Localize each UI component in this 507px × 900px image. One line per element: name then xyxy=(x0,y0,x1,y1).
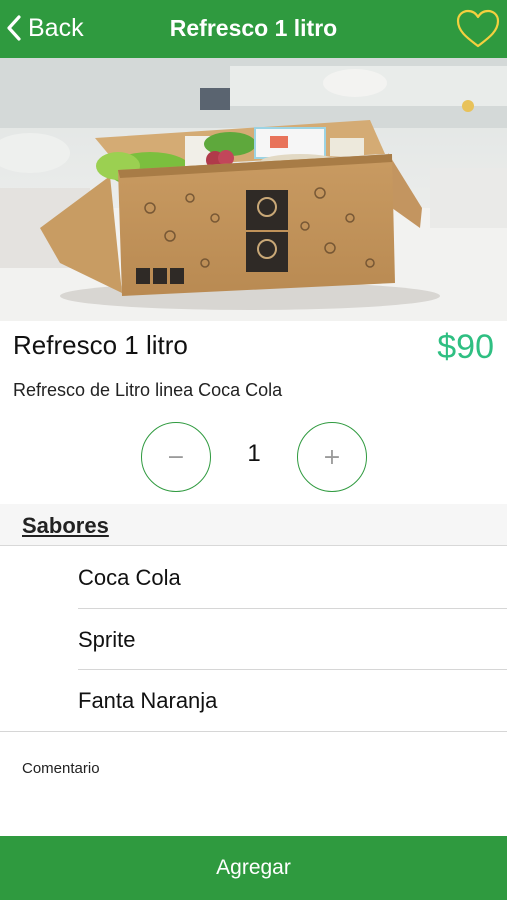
decrease-quantity-button[interactable]: − xyxy=(141,422,211,492)
comment-label: Comentario xyxy=(22,760,100,777)
flavor-option-label: Sprite xyxy=(78,626,136,652)
product-description: Refresco de Litro linea Coca Cola xyxy=(13,380,283,400)
flavor-list: Coca Cola Sprite Fanta Naranja xyxy=(0,547,507,732)
divider xyxy=(0,730,507,732)
flavor-option-label: Coca Cola xyxy=(78,565,181,590)
flavor-option[interactable]: Sprite xyxy=(0,609,507,670)
flavor-option-label: Fanta Naranja xyxy=(78,688,218,713)
quantity-stepper: − 1 + xyxy=(0,422,507,492)
comment-input[interactable] xyxy=(14,782,494,830)
product-name: Refresco 1 litro xyxy=(13,330,188,360)
section-title: Sabores xyxy=(22,513,109,538)
product-detail-screen: Back Refresco 1 litro Refresco 1 litro $… xyxy=(0,0,507,900)
minus-icon: − xyxy=(166,444,186,470)
navigation-bar: Back Refresco 1 litro xyxy=(0,0,507,58)
chevron-left-icon xyxy=(7,15,21,41)
increase-quantity-button[interactable]: + xyxy=(297,422,367,492)
product-image xyxy=(0,58,507,321)
flavor-option[interactable]: Coca Cola xyxy=(0,547,507,609)
flavors-section-header: Sabores xyxy=(0,504,507,546)
heart-outline-icon[interactable] xyxy=(455,8,501,50)
quantity-value: 1 xyxy=(247,440,261,467)
plus-icon: + xyxy=(322,444,342,470)
add-to-cart-button[interactable]: Agregar xyxy=(0,836,507,900)
flavor-option[interactable]: Fanta Naranja xyxy=(0,670,507,732)
back-label: Back xyxy=(28,14,84,42)
product-price: $90 xyxy=(437,328,494,366)
back-button[interactable]: Back xyxy=(6,10,84,46)
